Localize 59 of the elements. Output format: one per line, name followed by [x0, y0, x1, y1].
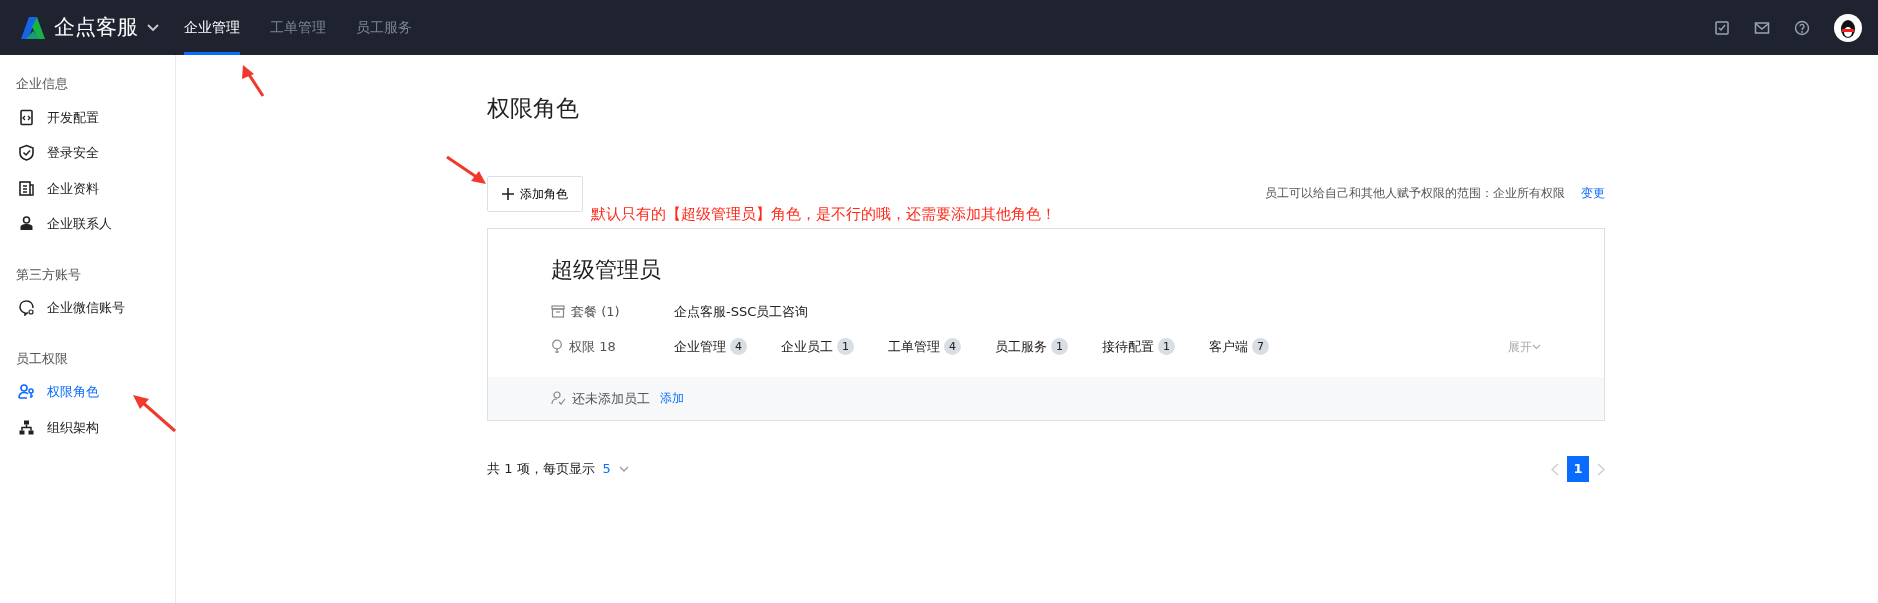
person-icon — [18, 215, 35, 233]
page-title: 权限角色 — [487, 94, 580, 123]
role-name: 超级管理员 — [551, 255, 662, 284]
plus-icon — [502, 187, 514, 200]
scope-text: 员工可以给自己和其他人赋予权限的范围：企业所有权限 — [1265, 184, 1565, 202]
permission-name: 接待配置 — [1102, 338, 1154, 356]
package-label: 套餐 (1) — [571, 302, 620, 321]
section-heading: 企业信息 — [15, 75, 69, 93]
lightbulb-icon — [551, 339, 563, 355]
nav-tab[interactable]: 工单管理 — [270, 0, 326, 55]
sidebar-item[interactable]: 企业微信账号 — [0, 290, 175, 326]
checklist-icon[interactable] — [1714, 19, 1730, 36]
brand-name: 企点客服 — [54, 13, 138, 41]
permission-name: 客户端 — [1209, 338, 1248, 356]
avatar-icon[interactable] — [1834, 13, 1862, 42]
chat-bubble-icon — [18, 299, 35, 317]
add-staff-link[interactable]: 添加 — [660, 389, 684, 408]
annotation-text: 默认只有的【超级管理员】角色，是不行的哦，还需要添加其他角色！ — [591, 204, 1056, 225]
permission-name: 员工服务 — [995, 338, 1047, 356]
permission-name: 工单管理 — [888, 338, 940, 356]
page-size-select[interactable]: 5 — [602, 459, 629, 479]
count-badge: 7 — [1252, 338, 1269, 356]
chevron-down-icon — [618, 466, 629, 472]
sidebar-item[interactable]: 权限角色 — [0, 374, 175, 410]
nav-tab[interactable]: 员工服务 — [356, 0, 412, 55]
page-number[interactable]: 1 — [1567, 456, 1589, 482]
sidebar-item[interactable]: 开发配置 — [0, 99, 175, 135]
permission-name: 企业员工 — [781, 338, 833, 356]
document-icon — [18, 179, 35, 197]
pagination-summary: 共 1 项，每页显示 — [487, 460, 595, 479]
package-name: 企点客服-SSC员工咨询 — [674, 302, 809, 321]
count-badge: 4 — [944, 338, 961, 356]
mail-icon[interactable] — [1754, 19, 1770, 36]
code-file-icon — [18, 108, 35, 126]
nav-tab[interactable]: 企业管理 — [184, 0, 240, 55]
package-icon — [551, 304, 565, 318]
user-check-icon — [551, 391, 566, 406]
change-link[interactable]: 变更 — [1581, 183, 1605, 202]
chevron-down-icon — [1532, 343, 1541, 350]
sidebar-item[interactable]: 组织架构 — [0, 409, 175, 445]
empty-staff-text: 还未添加员工 — [572, 389, 650, 408]
count-badge: 4 — [730, 338, 747, 356]
help-icon[interactable] — [1794, 19, 1810, 36]
add-role-button[interactable]: 添加角色 — [487, 175, 583, 212]
permission-name: 企业管理 — [674, 338, 726, 356]
sidebar-item[interactable]: 登录安全 — [0, 135, 175, 171]
shield-check-icon — [18, 144, 35, 162]
hierarchy-icon — [18, 418, 35, 436]
chevron-down-icon[interactable] — [146, 22, 160, 33]
logo-icon — [20, 14, 46, 41]
count-badge: 1 — [837, 338, 854, 356]
user-key-icon — [18, 383, 35, 401]
permission-count: 权限 18 — [569, 338, 616, 356]
count-badge: 1 — [1158, 338, 1175, 356]
section-heading: 第三方账号 — [15, 265, 82, 284]
section-heading: 员工权限 — [15, 349, 69, 368]
sidebar-item[interactable]: 企业联系人 — [0, 206, 175, 242]
count-badge: 1 — [1051, 338, 1068, 356]
sidebar-item[interactable]: 企业资料 — [0, 170, 175, 206]
